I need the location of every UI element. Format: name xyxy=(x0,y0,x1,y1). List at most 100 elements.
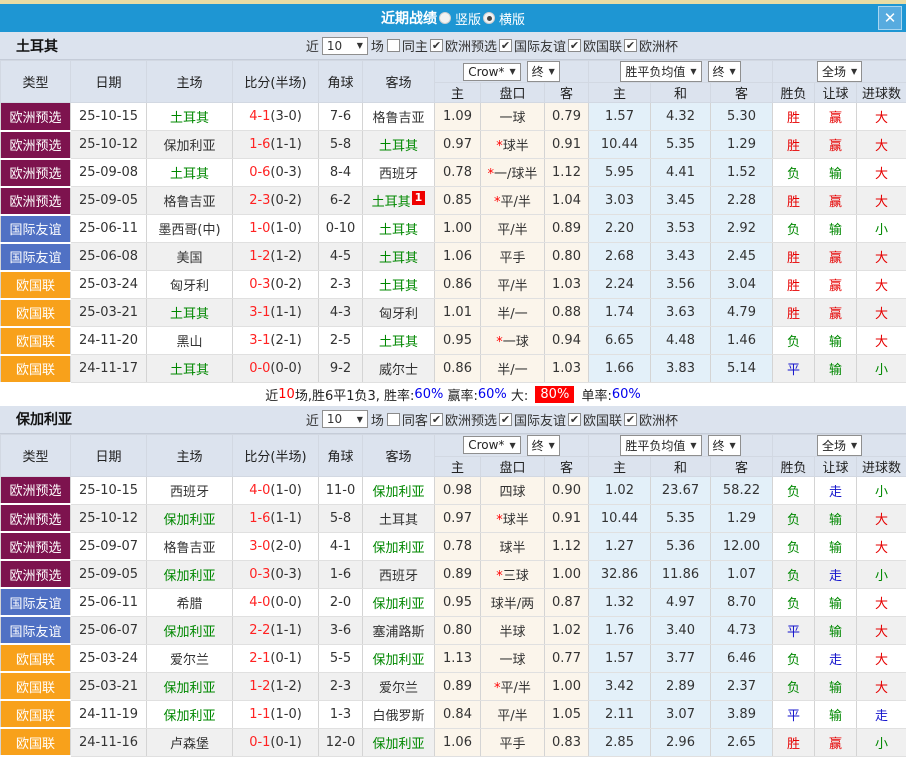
mean-state-select[interactable]: 终 ▼ xyxy=(708,61,741,82)
summary-segment: 60% xyxy=(478,387,507,402)
outcome: 胜 xyxy=(773,299,815,327)
titlebar: 近期战绩 竖版 横版 ✕ xyxy=(0,4,906,32)
corners: 5-5 xyxy=(319,644,363,672)
handicap-star: * xyxy=(496,513,503,528)
radio-icon-vertical[interactable] xyxy=(439,12,451,24)
filter-checkbox-item[interactable]: ✔欧洲杯 xyxy=(624,410,678,429)
corners: 4-3 xyxy=(319,299,363,327)
checkbox-checked-icon[interactable]: ✔ xyxy=(430,39,443,52)
handicap-outcome: 赢 xyxy=(815,103,857,131)
mean-home-odds: 1.76 xyxy=(589,616,651,644)
radio-icon-horizontal[interactable] xyxy=(483,12,495,24)
sub-header-odds-away: 客 xyxy=(545,456,589,476)
filter-checkbox-item[interactable]: ✔欧国联 xyxy=(568,36,622,55)
mean-away-odds: 3.04 xyxy=(711,271,773,299)
mean-draw-odds: 3.40 xyxy=(651,616,711,644)
checkbox-checked-icon[interactable]: ✔ xyxy=(499,39,512,52)
odds-state-select[interactable]: 终 ▼ xyxy=(527,61,560,82)
mean-draw-odds: 2.89 xyxy=(651,672,711,700)
filter-checkbox-item[interactable]: 同客 xyxy=(387,410,428,429)
close-button[interactable]: ✕ xyxy=(878,6,902,30)
odds-away: 0.94 xyxy=(545,327,589,355)
mean-away-odds: 2.65 xyxy=(711,728,773,756)
away-team: 保加利亚 xyxy=(363,728,435,756)
mean-away-odds: 1.29 xyxy=(711,131,773,159)
fulltime-score: 2-3 xyxy=(249,193,270,208)
match-type-badge: 欧洲预选 xyxy=(1,504,71,532)
filter-checkbox-item[interactable]: ✔欧洲预选 xyxy=(430,36,497,55)
filter-checkbox-item[interactable]: ✔国际友谊 xyxy=(499,36,566,55)
mean-odds-select[interactable]: 胜平负均值 ▼ xyxy=(620,61,701,82)
halftime-score: (2-0) xyxy=(270,539,301,554)
goals-outcome: 大 xyxy=(857,327,906,355)
filter-checkbox-item[interactable]: ✔欧洲预选 xyxy=(430,410,497,429)
odds-home: 0.86 xyxy=(435,355,481,383)
handicap: *球半 xyxy=(481,131,545,159)
scope-select[interactable]: 全场 ▼ xyxy=(817,435,862,456)
halftime-score: (1-2) xyxy=(270,249,301,264)
halftime-score: (0-1) xyxy=(270,735,301,750)
checkbox-checked-icon[interactable]: ✔ xyxy=(499,413,512,426)
match-date: 25-06-07 xyxy=(71,616,147,644)
sub-header-goals: 进球数 xyxy=(857,456,906,476)
mean-away-odds: 4.79 xyxy=(711,299,773,327)
corners: 2-3 xyxy=(319,271,363,299)
home-team: 匈牙利 xyxy=(147,271,233,299)
checkbox-checked-icon[interactable]: ✔ xyxy=(624,39,637,52)
odds-source-select[interactable]: Crow* ▼ xyxy=(463,63,520,81)
handicap: *球半 xyxy=(481,504,545,532)
layout-radio-vertical[interactable]: 竖版 xyxy=(439,9,481,28)
checkbox-checked-icon[interactable]: ✔ xyxy=(624,413,637,426)
mean-away-odds: 58.22 xyxy=(711,476,773,504)
filter-checkbox-item[interactable]: ✔欧国联 xyxy=(568,410,622,429)
checkbox-checked-icon[interactable]: ✔ xyxy=(430,413,443,426)
checkbox-unchecked-icon[interactable] xyxy=(387,39,400,52)
mean-state-value: 终 xyxy=(713,63,725,80)
sub-header-goals: 进球数 xyxy=(857,83,906,103)
corners: 9-2 xyxy=(319,355,363,383)
filter-checkbox-item[interactable]: ✔欧洲杯 xyxy=(624,36,678,55)
chevron-down-icon: ▼ xyxy=(730,67,736,76)
odds-source-select[interactable]: Crow* ▼ xyxy=(463,436,520,454)
layout-radio-horizontal[interactable]: 横版 xyxy=(483,9,525,28)
scope-select[interactable]: 全场 ▼ xyxy=(817,61,862,82)
recent-count-select[interactable]: 10 ▼ xyxy=(322,37,368,55)
corners: 5-8 xyxy=(319,504,363,532)
goals-outcome: 小 xyxy=(857,355,906,383)
close-icon: ✕ xyxy=(884,9,897,27)
fulltime-score: 4-0 xyxy=(249,595,270,610)
handicap: 球半/两 xyxy=(481,588,545,616)
chevron-down-icon: ▼ xyxy=(690,441,696,450)
recent-count-select[interactable]: 10 ▼ xyxy=(322,410,368,428)
checkbox-unchecked-icon[interactable] xyxy=(387,413,400,426)
checkbox-checked-icon[interactable]: ✔ xyxy=(568,39,581,52)
fulltime-score: 4-0 xyxy=(249,483,270,498)
handicap-star: * xyxy=(488,167,495,182)
filter-checkbox-item[interactable]: 同主 xyxy=(387,36,428,55)
mean-draw-odds: 11.86 xyxy=(651,560,711,588)
sub-header-odds-away: 客 xyxy=(545,83,589,103)
handicap: 四球 xyxy=(481,476,545,504)
match-row: 欧国联24-11-17土耳其0-0(0-0)9-2威尔士0.86半/一1.031… xyxy=(1,355,906,383)
mean-away-odds: 5.30 xyxy=(711,103,773,131)
outcome: 负 xyxy=(773,504,815,532)
mean-odds-select[interactable]: 胜平负均值 ▼ xyxy=(620,435,701,456)
summary-segment: 单率: xyxy=(577,385,612,404)
match-type-badge: 国际友谊 xyxy=(1,215,71,243)
mean-away-odds: 1.29 xyxy=(711,504,773,532)
recent-count-value: 10 xyxy=(327,39,342,53)
checkbox-checked-icon[interactable]: ✔ xyxy=(568,413,581,426)
score-cell: 2-3(0-2) xyxy=(233,187,319,215)
goals-outcome: 大 xyxy=(857,243,906,271)
home-team: 美国 xyxy=(147,243,233,271)
mean-odds-header: 胜平负均值 ▼ 终 ▼ xyxy=(589,434,773,456)
mean-state-select[interactable]: 终 ▼ xyxy=(708,435,741,456)
odds-state-select[interactable]: 终 ▼ xyxy=(527,435,560,456)
score-cell: 0-3(0-3) xyxy=(233,560,319,588)
goals-outcome: 大 xyxy=(857,103,906,131)
goals-outcome: 大 xyxy=(857,644,906,672)
fulltime-score: 4-1 xyxy=(249,109,270,124)
filter-checkbox-item[interactable]: ✔国际友谊 xyxy=(499,410,566,429)
match-row: 欧洲预选25-09-05保加利亚0-3(0-3)1-6西班牙0.89*三球1.0… xyxy=(1,560,906,588)
handicap-outcome: 输 xyxy=(815,215,857,243)
